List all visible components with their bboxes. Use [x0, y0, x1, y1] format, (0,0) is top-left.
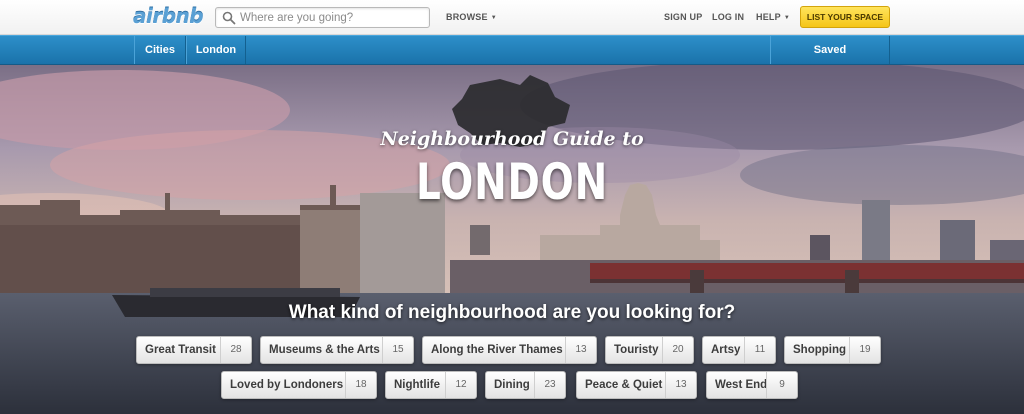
category-dining[interactable]: Dining 23 — [485, 371, 566, 399]
search-box[interactable] — [215, 7, 430, 28]
category-artsy[interactable]: Artsy 11 — [702, 336, 776, 364]
category-label: Touristy — [614, 344, 659, 356]
category-count: 13 — [565, 337, 596, 363]
category-count: 9 — [766, 372, 797, 398]
breadcrumb-london[interactable]: London — [186, 36, 246, 64]
category-count: 19 — [849, 337, 880, 363]
category-along-river-thames[interactable]: Along the River Thames 13 — [422, 336, 597, 364]
category-label: Museums & the Arts — [269, 344, 380, 356]
saved-neighbourhoods-link[interactable]: Saved neighbourhoods — [770, 36, 890, 84]
search-icon — [222, 11, 236, 25]
breadcrumb-cities[interactable]: Cities — [134, 36, 186, 64]
help-label: HELP — [756, 12, 781, 22]
category-label: Loved by Londoners — [230, 379, 344, 391]
sign-up-link[interactable]: SIGN UP — [664, 12, 702, 22]
help-menu[interactable]: HELP ▼ — [756, 12, 790, 22]
category-label: Nightlife — [394, 379, 440, 391]
category-count: 12 — [445, 372, 476, 398]
category-count: 15 — [382, 337, 413, 363]
log-in-link[interactable]: LOG IN — [712, 12, 744, 22]
category-count: 13 — [665, 372, 696, 398]
neighbourhood-question: What kind of neighbourhood are you looki… — [288, 302, 736, 323]
guide-title: Neighbourhood Guide to — [380, 128, 644, 150]
category-museums-arts[interactable]: Museums & the Arts 15 — [260, 336, 414, 364]
top-header: airbnb BROWSE▼ SIGN UP LOG IN HELP▼ LIST… — [0, 0, 1024, 35]
category-touristy[interactable]: Touristy 20 — [605, 336, 694, 364]
category-label: West End — [715, 379, 766, 391]
list-your-space-button[interactable]: LIST YOUR SPACE — [800, 6, 890, 28]
category-count: 23 — [534, 372, 565, 398]
category-shopping[interactable]: Shopping 19 — [784, 336, 881, 364]
category-great-transit[interactable]: Great Transit 28 — [136, 336, 252, 364]
caret-down-icon: ▼ — [783, 15, 790, 21]
category-peace-quiet[interactable]: Peace & Quiet 13 — [576, 371, 697, 399]
browse-label: BROWSE — [446, 12, 488, 22]
category-nightlife[interactable]: Nightlife 12 — [385, 371, 477, 399]
category-count: 18 — [345, 372, 376, 398]
category-count: 20 — [662, 337, 693, 363]
category-count: 28 — [220, 337, 251, 363]
city-title: LONDON — [415, 153, 609, 211]
caret-down-icon: ▼ — [490, 15, 497, 21]
hero-banner: Neighbourhood Guide to LONDON What kind … — [0, 65, 1024, 414]
category-loved-by-londoners[interactable]: Loved by Londoners 18 — [221, 371, 377, 399]
category-label: Peace & Quiet — [585, 379, 663, 391]
browse-menu[interactable]: BROWSE ▼ — [446, 12, 497, 22]
category-label: Artsy — [711, 344, 741, 356]
category-label: Along the River Thames — [431, 344, 563, 356]
category-count: 11 — [744, 337, 775, 363]
category-west-end[interactable]: West End 9 — [706, 371, 798, 399]
category-label: Shopping — [793, 344, 847, 356]
airbnb-logo[interactable]: airbnb — [133, 4, 204, 30]
category-label: Great Transit — [145, 344, 216, 356]
search-input[interactable] — [240, 10, 426, 25]
breadcrumb-bar: Cities London Saved neighbourhoods — [0, 35, 1024, 84]
category-label: Dining — [494, 379, 530, 391]
